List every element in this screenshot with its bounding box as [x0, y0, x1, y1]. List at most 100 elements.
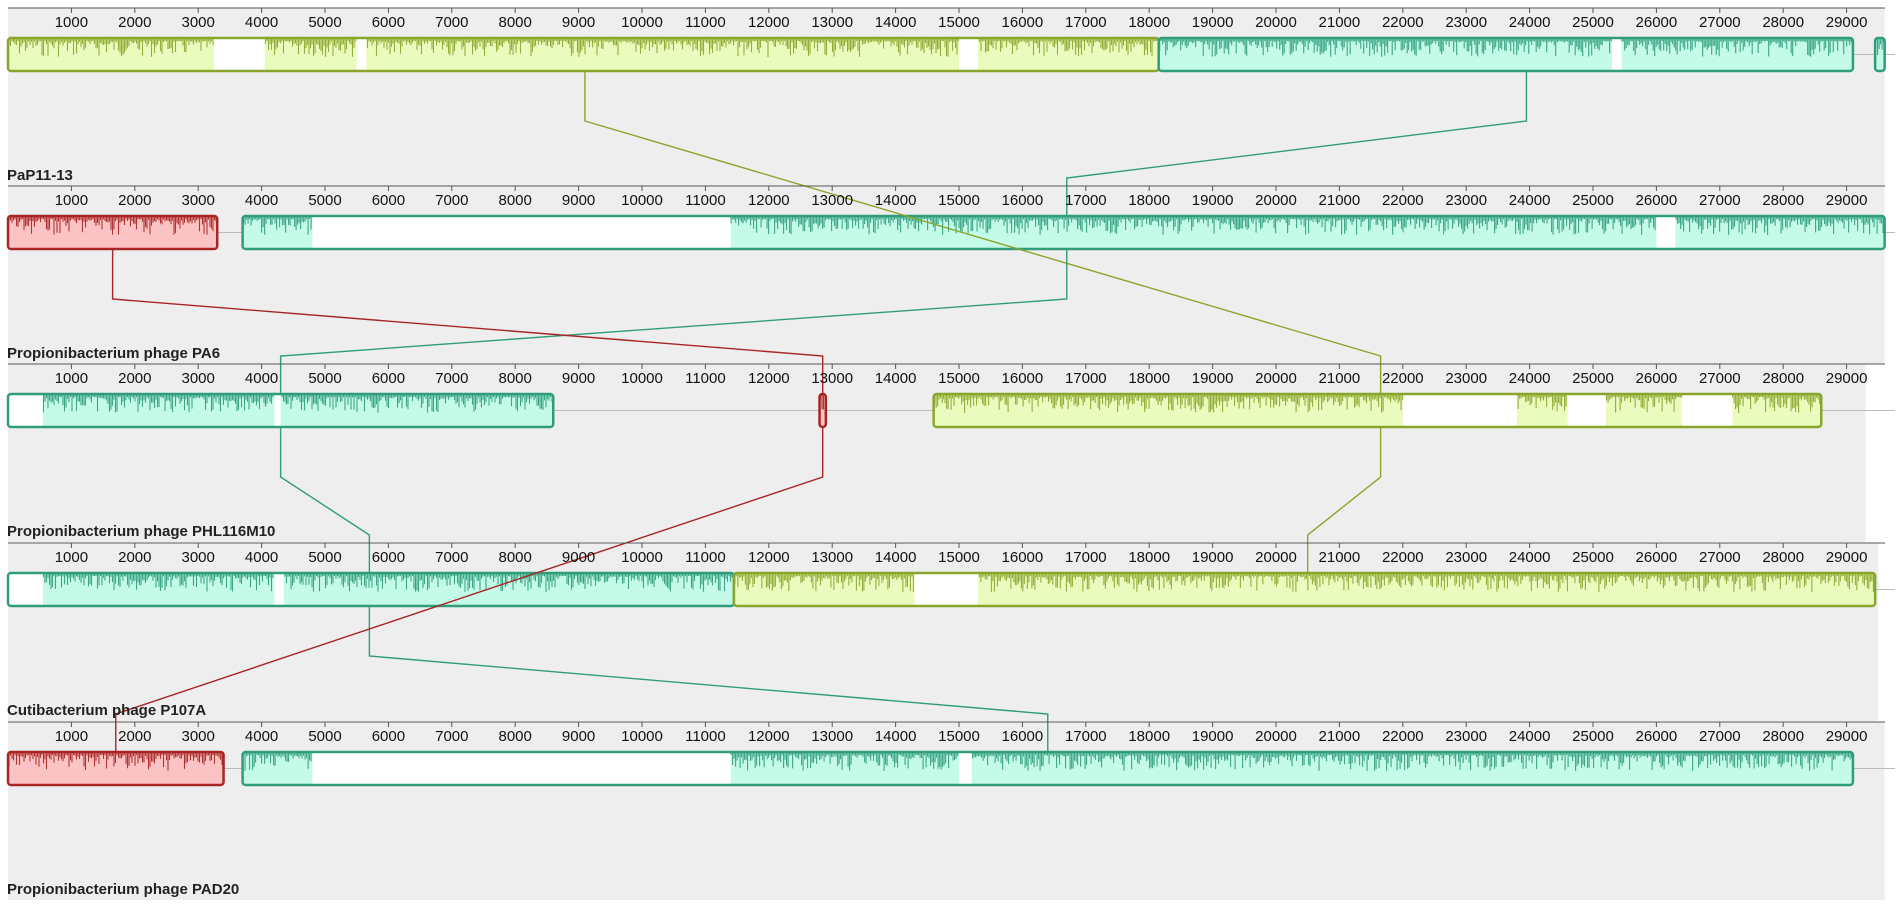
tick-label: 1000: [55, 728, 88, 745]
tick-label: 20000: [1255, 728, 1297, 745]
tick-label: 23000: [1445, 192, 1487, 209]
track-background: [8, 543, 1879, 721]
tick-label: 26000: [1636, 192, 1678, 209]
track-name: PaP11-13: [7, 167, 73, 184]
tick-label: 28000: [1762, 14, 1804, 31]
lcb-block: [818, 392, 828, 429]
tick-label: 17000: [1065, 370, 1107, 387]
tick-label: 5000: [308, 728, 341, 745]
track-name: Cutibacterium phage P107A: [7, 702, 206, 719]
tick-label: 27000: [1699, 14, 1741, 31]
tick-label: 16000: [1002, 192, 1044, 209]
tick-label: 19000: [1192, 728, 1234, 745]
tick-label: 21000: [1319, 549, 1361, 566]
tick-label: 1000: [55, 549, 88, 566]
track-name: Propionibacterium phage PAD20: [7, 881, 239, 898]
tick-label: 1000: [55, 370, 88, 387]
lcb-block: [6, 750, 225, 787]
lcb-gap: [312, 217, 731, 248]
track-name: Propionibacterium phage PHL116M10: [7, 523, 275, 540]
tick-label: 21000: [1319, 728, 1361, 745]
tick-label: 23000: [1445, 728, 1487, 745]
tick-label: 5000: [308, 549, 341, 566]
tick-label: 3000: [182, 14, 215, 31]
tick-label: 5000: [308, 192, 341, 209]
tick-label: 16000: [1002, 728, 1044, 745]
lcb-block: [6, 571, 736, 608]
tick-label: 25000: [1572, 192, 1614, 209]
tick-label: 21000: [1319, 192, 1361, 209]
tick-label: 28000: [1762, 370, 1804, 387]
tick-label: 25000: [1572, 728, 1614, 745]
tick-label: 7000: [435, 14, 468, 31]
tick-label: 8000: [499, 728, 532, 745]
track-background: [8, 722, 1885, 900]
tick-label: 12000: [748, 14, 790, 31]
tick-label: 6000: [372, 549, 405, 566]
tick-label: 25000: [1572, 549, 1614, 566]
tick-label: 16000: [1002, 370, 1044, 387]
tick-label: 9000: [562, 370, 595, 387]
tick-label: 1000: [55, 14, 88, 31]
tick-label: 16000: [1002, 14, 1044, 31]
tick-label: 24000: [1509, 14, 1551, 31]
tick-label: 22000: [1382, 192, 1424, 209]
lcb-block: [732, 571, 1877, 608]
tick-label: 29000: [1826, 728, 1868, 745]
tick-label: 10000: [621, 192, 663, 209]
tick-label: 2000: [118, 14, 151, 31]
tick-label: 15000: [938, 549, 980, 566]
tick-label: 13000: [811, 549, 853, 566]
tick-label: 14000: [875, 192, 917, 209]
lcb-gap: [1567, 395, 1606, 426]
tick-label: 17000: [1065, 14, 1107, 31]
tick-label: 28000: [1762, 549, 1804, 566]
lcb-block: [241, 750, 1855, 787]
tick-label: 13000: [811, 192, 853, 209]
tick-label: 4000: [245, 192, 278, 209]
lcb-gap: [312, 753, 731, 784]
lcb-block: [932, 392, 1823, 429]
tick-label: 3000: [182, 370, 215, 387]
tick-label: 15000: [938, 192, 980, 209]
tick-label: 11000: [685, 370, 726, 387]
lcb-block: [6, 392, 555, 429]
tick-label: 27000: [1699, 192, 1741, 209]
tick-label: 21000: [1319, 370, 1361, 387]
tick-label: 13000: [811, 370, 853, 387]
tick-label: 18000: [1128, 549, 1170, 566]
tick-label: 6000: [372, 192, 405, 209]
tick-label: 27000: [1699, 728, 1741, 745]
tick-label: 7000: [435, 549, 468, 566]
tick-label: 6000: [372, 370, 405, 387]
tick-label: 18000: [1128, 192, 1170, 209]
tick-label: 11000: [685, 549, 726, 566]
tick-label: 10000: [621, 370, 663, 387]
tick-label: 18000: [1128, 14, 1170, 31]
lcb-gap: [1402, 395, 1517, 426]
tick-label: 24000: [1509, 728, 1551, 745]
tick-label: 16000: [1002, 549, 1044, 566]
tick-label: 12000: [748, 192, 790, 209]
tick-label: 14000: [875, 14, 917, 31]
tick-label: 25000: [1572, 14, 1614, 31]
tick-label: 4000: [245, 14, 278, 31]
tick-label: 11000: [685, 14, 726, 31]
tick-label: 2000: [118, 728, 151, 745]
tick-label: 17000: [1065, 728, 1107, 745]
tick-label: 20000: [1255, 14, 1297, 31]
lcb-gap: [1656, 217, 1676, 248]
genome-alignment-viewer: 1000 2000 3000 4000 5000 6000 7000 8000 9000 1000…: [0, 0, 1902, 904]
tick-label: 1000: [55, 192, 88, 209]
tick-label: 21000: [1319, 14, 1361, 31]
lcb-block: [241, 214, 1886, 251]
tick-label: 8000: [499, 370, 532, 387]
tick-label: 20000: [1255, 549, 1297, 566]
lcb-block: [1157, 36, 1855, 73]
tick-label: 3000: [182, 728, 215, 745]
tick-label: 29000: [1826, 14, 1868, 31]
tick-label: 8000: [499, 14, 532, 31]
tick-label: 22000: [1382, 370, 1424, 387]
tick-label: 12000: [748, 549, 790, 566]
tick-label: 14000: [875, 549, 917, 566]
